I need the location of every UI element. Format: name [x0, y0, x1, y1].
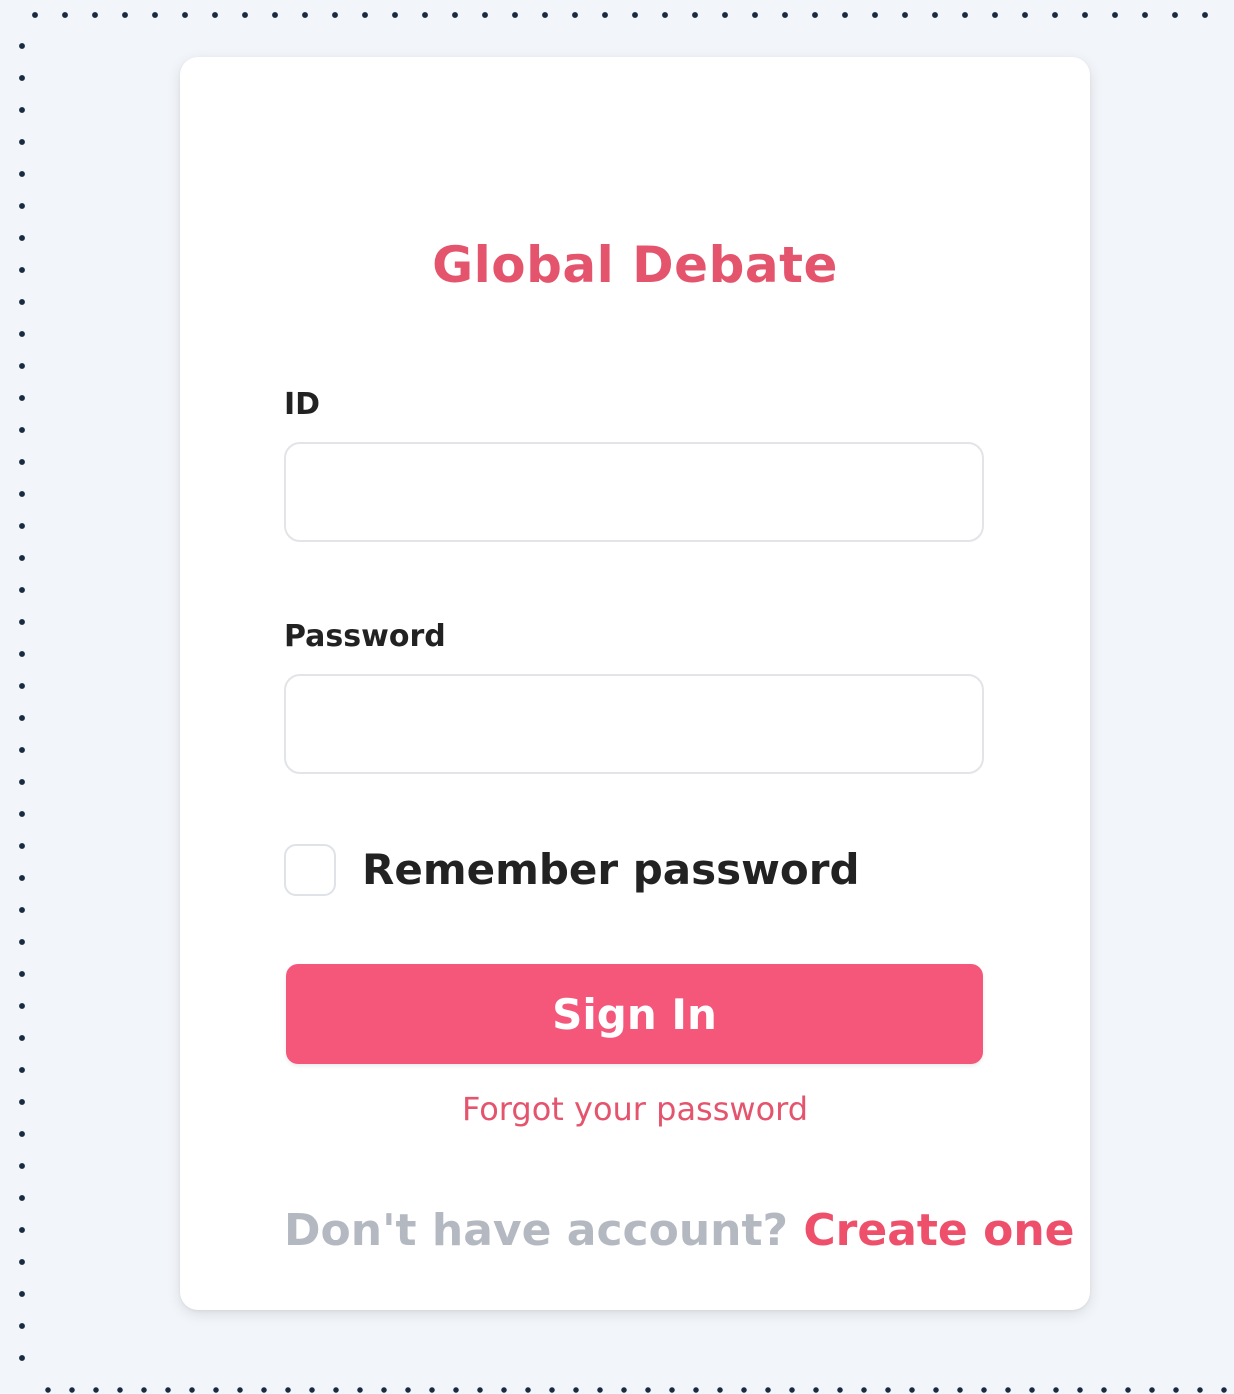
- page-background: Global Debate ID Password Remember passw…: [0, 0, 1234, 1394]
- sign-in-button[interactable]: Sign In: [286, 964, 983, 1064]
- signup-question: Don't have account?: [284, 1205, 804, 1256]
- dotted-border-top: [20, 10, 1220, 20]
- id-label: ID: [284, 387, 321, 422]
- dotted-border-bottom: [36, 1386, 1234, 1394]
- dotted-border-left: [16, 30, 28, 1386]
- forgot-password-link[interactable]: Forgot your password: [180, 1089, 1090, 1129]
- app-title: Global Debate: [432, 236, 838, 294]
- id-input[interactable]: [284, 442, 984, 542]
- signup-prompt: Don't have account? Create one: [284, 1203, 1075, 1259]
- login-card: Global Debate ID Password Remember passw…: [180, 57, 1090, 1310]
- password-label: Password: [284, 619, 446, 654]
- remember-password-label[interactable]: Remember password: [362, 844, 860, 896]
- create-account-link[interactable]: Create one: [803, 1205, 1074, 1256]
- password-input[interactable]: [284, 674, 984, 774]
- remember-password-checkbox[interactable]: [284, 844, 336, 896]
